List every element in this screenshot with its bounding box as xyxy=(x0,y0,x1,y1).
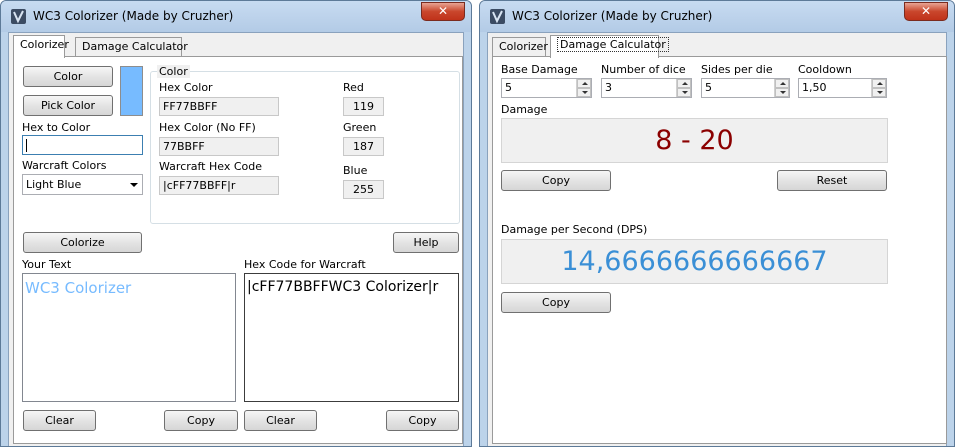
your-text-area[interactable]: WC3 Colorizer xyxy=(22,273,236,402)
copy-hex-button[interactable]: Copy xyxy=(386,410,459,431)
red-label: Red xyxy=(343,81,364,94)
text-caret xyxy=(26,138,27,152)
red-field: 119 xyxy=(343,97,384,116)
dps-value: 14,6666666666667 xyxy=(561,246,828,277)
spin-down-icon[interactable] xyxy=(677,88,691,97)
window-title: WC3 Colorizer (Made by Cruzher) xyxy=(512,9,713,23)
hex-for-warcraft-value: |cFF77BBFFWC3 Colorizer|r xyxy=(247,279,439,295)
clear-your-text-button[interactable]: Clear xyxy=(23,410,96,431)
hex-color-field: FF77BBFF xyxy=(159,97,279,116)
hex-for-warcraft-area[interactable]: |cFF77BBFFWC3 Colorizer|r xyxy=(244,273,459,402)
damage-label: Damage xyxy=(501,103,548,116)
hex-no-ff-label: Hex Color (No FF) xyxy=(159,121,256,134)
cooldown-label: Cooldown xyxy=(798,63,852,76)
warcraft-hex-label: Warcraft Hex Code xyxy=(159,160,263,173)
hex-color-label: Hex Color xyxy=(159,81,213,94)
blue-field: 255 xyxy=(343,180,384,199)
spin-down-icon[interactable] xyxy=(872,88,886,97)
spin-up-icon[interactable] xyxy=(872,79,886,88)
title-bar[interactable]: WC3 Colorizer (Made by Cruzher) ✕ xyxy=(1,1,471,32)
help-button[interactable]: Help xyxy=(393,232,459,253)
sides-stepper[interactable]: 5 xyxy=(701,78,790,98)
green-field: 187 xyxy=(343,137,384,156)
green-label: Green xyxy=(343,121,377,134)
spin-up-icon[interactable] xyxy=(577,79,591,88)
window-client: Colorizer Damage Calculator Base Damage … xyxy=(487,32,947,446)
hex-for-warcraft-label: Hex Code for Warcraft xyxy=(244,258,366,271)
spin-down-icon[interactable] xyxy=(775,88,789,97)
damage-calculator-window: WC3 Colorizer (Made by Cruzher) ✕ Colori… xyxy=(479,0,955,447)
colorize-button[interactable]: Colorize xyxy=(23,232,142,253)
color-group-title: Color xyxy=(157,65,190,78)
hex-to-color-label: Hex to Color xyxy=(22,121,91,134)
warcraft-hex-field: |cFF77BBFF|r xyxy=(159,176,279,195)
close-button[interactable]: ✕ xyxy=(421,2,465,21)
copy-your-text-button[interactable]: Copy xyxy=(164,410,238,431)
color-button[interactable]: Color xyxy=(23,66,113,87)
your-text-label: Your Text xyxy=(22,258,72,271)
title-bar[interactable]: WC3 Colorizer (Made by Cruzher) ✕ xyxy=(480,1,954,32)
hex-to-color-input[interactable] xyxy=(22,135,143,155)
damage-display: 8 - 20 xyxy=(501,118,888,163)
base-damage-label: Base Damage xyxy=(501,63,578,76)
copy-dps-button[interactable]: Copy xyxy=(501,292,611,313)
app-icon xyxy=(490,9,505,24)
dps-display: 14,6666666666667 xyxy=(501,239,888,284)
spin-up-icon[interactable] xyxy=(677,79,691,88)
color-group: Color Hex Color FF77BBFF Hex Color (No F… xyxy=(150,65,460,224)
base-damage-stepper[interactable]: 5 xyxy=(501,78,592,98)
num-dice-label: Number of dice xyxy=(601,63,686,76)
reset-button[interactable]: Reset xyxy=(777,170,887,191)
blue-label: Blue xyxy=(343,164,368,177)
damage-value: 8 - 20 xyxy=(655,125,734,156)
tab-colorizer[interactable]: Colorizer xyxy=(492,37,548,57)
colorizer-window: WC3 Colorizer (Made by Cruzher) ✕ Colori… xyxy=(0,0,472,447)
colorizer-page: Color Pick Color Hex to Color Warcraft C… xyxy=(13,56,463,444)
tab-damage-calculator[interactable]: Damage Calculator xyxy=(550,35,669,58)
hex-no-ff-field: 77BBFF xyxy=(159,137,279,156)
sides-label: Sides per die xyxy=(701,63,773,76)
your-text-value: WC3 Colorizer xyxy=(25,279,132,297)
window-title: WC3 Colorizer (Made by Cruzher) xyxy=(33,9,234,23)
chevron-down-icon xyxy=(130,183,138,187)
clear-hex-button[interactable]: Clear xyxy=(244,410,317,431)
close-button[interactable]: ✕ xyxy=(904,2,948,21)
color-swatch xyxy=(120,66,143,116)
spin-down-icon[interactable] xyxy=(577,88,591,97)
tab-colorizer[interactable]: Colorizer xyxy=(13,35,69,58)
dps-label: Damage per Second (DPS) xyxy=(501,223,648,236)
spin-up-icon[interactable] xyxy=(775,79,789,88)
num-dice-stepper[interactable]: 3 xyxy=(601,78,692,98)
window-client: Colorizer Damage Calculator Color Pick C… xyxy=(8,32,464,446)
copy-damage-button[interactable]: Copy xyxy=(501,170,611,191)
warcraft-colors-label: Warcraft Colors xyxy=(22,159,107,172)
close-icon: ✕ xyxy=(920,4,932,18)
app-icon xyxy=(11,9,26,24)
close-icon: ✕ xyxy=(437,4,449,18)
damage-calculator-page: Base Damage 5 Number of dice 3 Sides per… xyxy=(492,56,947,444)
pick-color-button[interactable]: Pick Color xyxy=(23,95,113,116)
warcraft-colors-select[interactable]: Light Blue xyxy=(22,174,143,195)
cooldown-stepper[interactable]: 1,50 xyxy=(798,78,887,98)
tab-damage-calculator[interactable]: Damage Calculator xyxy=(75,37,188,57)
